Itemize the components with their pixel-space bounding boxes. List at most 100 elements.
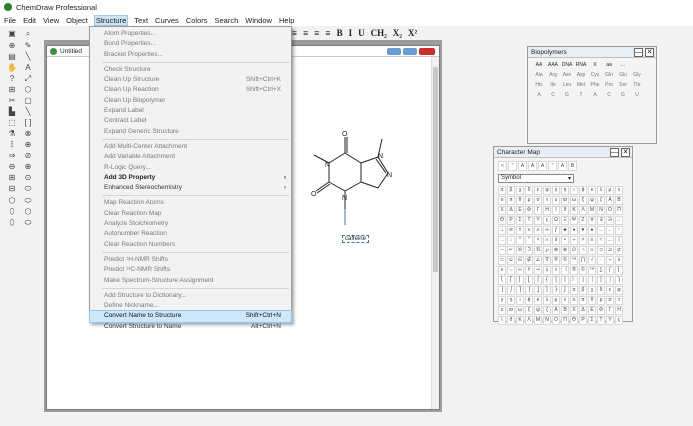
charmap-glyph-cell[interactable]: ⊃ [597, 246, 605, 255]
charmap-glyph-cell[interactable]: Φ [525, 206, 533, 215]
drawing-tool-icon[interactable]: ⚗ [4, 128, 20, 139]
charmap-glyph-cell[interactable]: ÷ [570, 236, 578, 245]
charmap-glyph-cell[interactable]: ⎬ [552, 286, 560, 295]
charmap-glyph-cell[interactable]: ≠ [579, 236, 587, 245]
biopolymer-cell[interactable]: Ala [532, 72, 546, 78]
close-icon[interactable]: ✕ [621, 148, 630, 157]
charmap-glyph-cell[interactable]: ι [570, 186, 578, 195]
charmap-glyph-cell[interactable]: Ε [516, 206, 524, 215]
charmap-glyph-cell[interactable]: 〈 [561, 266, 569, 275]
charmap-glyph-cell[interactable]: ¬ [606, 256, 614, 265]
charmap-glyph-cell[interactable]: α [570, 286, 578, 295]
menu-file[interactable]: File [4, 16, 16, 25]
charmap-glyph-cell[interactable]: τ [615, 296, 623, 305]
charmap-glyph-cell[interactable]: ⊥ [498, 226, 506, 235]
charmap-glyph-cell[interactable]: Φ [597, 306, 605, 315]
charmap-glyph-cell[interactable]: ρ [525, 196, 533, 205]
charmap-glyph-cell[interactable]: ⎡ [507, 276, 515, 285]
drawing-tool-icon[interactable]: ﾐ [4, 139, 20, 150]
biopolymer-cell[interactable]: T [574, 92, 588, 98]
charmap-glyph-cell[interactable]: ⎨ [543, 276, 551, 285]
charmap-cell[interactable]: " [548, 161, 557, 171]
drawing-tool-icon[interactable]: ⊘ [20, 150, 36, 161]
charmap-glyph-cell[interactable]: ↓ [507, 236, 515, 245]
caffeine-name-label[interactable]: caffeine [342, 235, 369, 243]
charmap-glyph-cell[interactable]: λ [543, 296, 551, 305]
charmap-glyph-cell[interactable]: ≥ [534, 226, 542, 235]
charmap-glyph-cell[interactable]: ⌠ [588, 276, 596, 285]
minimize-icon[interactable]: — [610, 148, 619, 157]
charmap-glyph-cell[interactable]: Δ [579, 306, 587, 315]
charmap-glyph-cell[interactable]: ⎫ [543, 286, 551, 295]
charmap-glyph-cell[interactable]: ϕ [525, 296, 533, 305]
drawing-tool-icon[interactable]: ⬡ [20, 84, 36, 95]
charmap-glyph-cell[interactable]: Ω [552, 216, 560, 225]
charmap-glyph-cell[interactable]: σ [534, 196, 542, 205]
charmap-glyph-cell[interactable]: ™ [570, 256, 578, 265]
charmap-glyph-cell[interactable]: ⎣ [525, 276, 533, 285]
drawing-tool-icon[interactable]: ⌕ [20, 29, 36, 40]
menu-item-autonumber-reaction[interactable]: Autonumber Reaction [90, 229, 291, 239]
biopolymer-cell[interactable]: AA [532, 62, 546, 68]
charmap-glyph-cell[interactable]: ε [606, 286, 614, 295]
menu-view[interactable]: View [43, 16, 59, 25]
charmap-glyph-cell[interactable]: θ [588, 296, 596, 305]
charmap-glyph-cell[interactable]: ∉ [525, 256, 533, 265]
charmap-glyph-cell[interactable]: ξ [579, 196, 587, 205]
charmap-glyph-cell[interactable]: ∋ [606, 216, 614, 225]
charmap-glyph-cell[interactable]: δ [525, 186, 533, 195]
close-icon[interactable]: ✕ [645, 48, 654, 57]
charmap-glyph-cell[interactable]: ∨ [498, 266, 506, 275]
charmap-glyph-cell[interactable]: Δ [507, 206, 515, 215]
close-button[interactable] [419, 48, 435, 55]
charmap-glyph-cell[interactable]: ⎪ [561, 276, 569, 285]
charmap-glyph-cell[interactable]: ∑ [597, 266, 605, 275]
charmap-glyph-cell[interactable]: ϖ [561, 196, 569, 205]
charmap-glyph-cell[interactable]: ϕ [579, 186, 587, 195]
charmap-glyph-cell[interactable]: υ [552, 196, 560, 205]
charmap-glyph-cell[interactable]: Ε [588, 306, 596, 315]
charmap-glyph-cell[interactable]: ∀ [588, 216, 596, 225]
charmap-glyph-cell[interactable]: ⊕ [561, 246, 569, 255]
charmap-cell[interactable]: A [558, 161, 567, 171]
charmap-glyph-cell[interactable]: ⎭ [561, 286, 569, 295]
menu-colors[interactable]: Colors [186, 16, 208, 25]
charmap-glyph-cell[interactable]: ∩ [579, 246, 587, 255]
drawing-tool-icon[interactable]: ⊖ [4, 161, 20, 172]
charmap-glyph-cell[interactable]: Ο [552, 316, 560, 325]
menu-item-map-reaction-atoms[interactable]: Map Reaction Atoms [90, 198, 291, 208]
menu-item-convert-name-to-structure[interactable]: Convert Name to Structure Shift+Ctrl+N [89, 310, 292, 323]
drawing-tool-icon[interactable]: ✎ [20, 40, 36, 51]
vertical-scrollbar[interactable] [431, 57, 439, 409]
charmap-glyph-cell[interactable]: Υ [606, 316, 614, 325]
drawing-tool-icon[interactable]: ⇒ [4, 150, 20, 161]
charmap-glyph-cell[interactable]: ∝ [543, 236, 551, 245]
charmap-glyph-cell[interactable]: φ [543, 186, 551, 195]
charmap-glyph-cell[interactable]: ⎧ [534, 276, 542, 285]
charmap-cell[interactable]: " [508, 161, 517, 171]
charmap-glyph-cell[interactable]: Ι [498, 316, 506, 325]
charmap-glyph-cell[interactable]: Υ [534, 216, 542, 225]
charmap-glyph-cell[interactable]: ∇ [543, 256, 551, 265]
charmap-glyph-cell[interactable]: γ [498, 296, 506, 305]
charmap-glyph-cell[interactable]: → [498, 236, 506, 245]
drawing-tool-icon[interactable]: ? [4, 73, 20, 84]
charmap-glyph-cell[interactable]: Θ [498, 216, 506, 225]
charmap-glyph-cell[interactable]: ⇑ [525, 266, 533, 275]
biopolymer-cell[interactable]: Arg [546, 72, 560, 78]
menu-item-make-spectrum-structure-assignment[interactable]: Make Spectrum-Structure Assignment [90, 276, 291, 286]
charmap-glyph-cell[interactable]: ↔ [597, 226, 605, 235]
charmap-glyph-cell[interactable]: ν [615, 186, 623, 195]
format-button[interactable]: X² [408, 28, 417, 38]
biopolymer-cell[interactable]: Leu [560, 82, 574, 88]
charmap-glyph-cell[interactable]: β [507, 186, 515, 195]
charmap-glyph-cell[interactable]: σ [606, 296, 614, 305]
maximize-button[interactable] [403, 48, 417, 55]
charmap-glyph-cell[interactable]: ⇔ [507, 266, 515, 275]
drawing-tool-icon[interactable]: ▤ [4, 51, 20, 62]
drawing-tool-icon[interactable]: ⬚ [4, 117, 20, 128]
minimize-icon[interactable]: — [634, 48, 643, 57]
drawing-tool-icon[interactable]: ⬭ [20, 195, 36, 206]
charmap-glyph-cell[interactable]: ϖ [507, 306, 515, 315]
charmap-glyph-cell[interactable]: Τ [597, 316, 605, 325]
